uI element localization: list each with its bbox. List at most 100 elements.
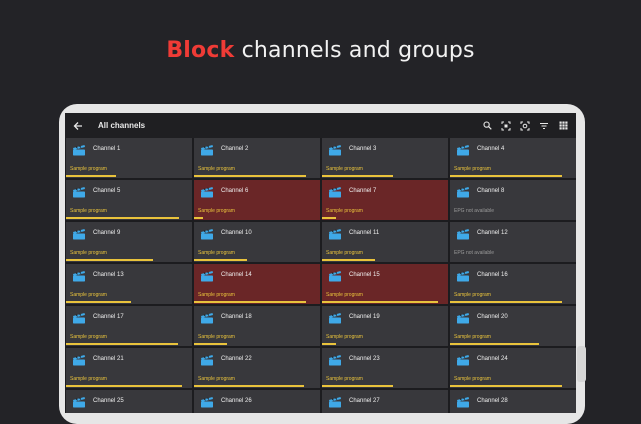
scan-button[interactable]	[499, 119, 513, 133]
progress-track	[450, 175, 568, 177]
channel-tile[interactable]: Channel 28	[450, 390, 576, 413]
channel-tile[interactable]: Channel 21 Sample program	[66, 348, 192, 388]
arrow-left-icon	[73, 121, 82, 130]
channel-tile[interactable]: Channel 16 Sample program	[450, 264, 576, 304]
channel-tile[interactable]: Channel 17 Sample program	[66, 306, 192, 346]
channel-tile[interactable]: Channel 13 Sample program	[66, 264, 192, 304]
clapperboard-icon	[329, 313, 341, 324]
channel-tile[interactable]: Channel 26	[194, 390, 320, 413]
clapperboard-icon	[329, 229, 341, 240]
channel-tile[interactable]: Channel 23 Sample program	[322, 348, 448, 388]
clapperboard-icon	[457, 271, 469, 282]
headline-accent: Block	[166, 38, 235, 63]
page-title: All channels	[98, 121, 146, 130]
channel-tile-blocked[interactable]: Channel 14 Sample program	[194, 264, 320, 304]
clapperboard-icon	[329, 271, 341, 282]
appbar-actions	[480, 113, 570, 138]
channel-tile[interactable]: Channel 5 Sample program	[66, 180, 192, 220]
channel-name: Channel 4	[477, 146, 505, 152]
progress-track	[66, 343, 184, 345]
program-title: Sample program	[198, 208, 235, 214]
clapperboard-icon	[329, 355, 341, 366]
channel-tile-blocked[interactable]: Channel 15 Sample program	[322, 264, 448, 304]
progress-track	[450, 259, 568, 261]
clapperboard-icon	[201, 313, 213, 324]
program-title: Sample program	[198, 292, 235, 298]
back-button[interactable]	[65, 113, 91, 138]
progress-bar	[194, 175, 307, 177]
channel-name: Channel 28	[477, 398, 508, 404]
channel-name: Channel 8	[477, 188, 505, 194]
channel-name: Channel 13	[93, 272, 124, 278]
progress-track	[194, 385, 312, 387]
search-button[interactable]	[480, 119, 494, 133]
channel-tile[interactable]: Channel 20 Sample program	[450, 306, 576, 346]
clapperboard-icon	[457, 313, 469, 324]
channel-name: Channel 3	[349, 146, 377, 152]
progress-bar	[66, 259, 154, 261]
progress-track	[194, 175, 312, 177]
progress-track	[322, 343, 440, 345]
clapperboard-icon	[73, 355, 85, 366]
channel-name: Channel 19	[349, 314, 380, 320]
channel-tile[interactable]: Channel 1 Sample program	[66, 138, 192, 178]
filter-button[interactable]	[537, 119, 551, 133]
screenshot-button[interactable]	[518, 119, 532, 133]
channel-tile[interactable]: Channel 3 Sample program	[322, 138, 448, 178]
grid-view-button[interactable]	[556, 119, 570, 133]
clapperboard-icon	[457, 355, 469, 366]
channel-tile[interactable]: Channel 10 Sample program	[194, 222, 320, 262]
channel-name: Channel 23	[349, 356, 380, 362]
progress-bar	[322, 217, 337, 219]
channel-tile[interactable]: Channel 22 Sample program	[194, 348, 320, 388]
progress-bar	[322, 301, 438, 303]
progress-bar	[450, 175, 563, 177]
channel-tile[interactable]: Channel 8 EPG not available	[450, 180, 576, 220]
channel-tile[interactable]: Channel 18 Sample program	[194, 306, 320, 346]
progress-track	[322, 385, 440, 387]
channel-tile[interactable]: Channel 11 Sample program	[322, 222, 448, 262]
channel-tile[interactable]: Channel 9 Sample program	[66, 222, 192, 262]
program-title: EPG not available	[454, 208, 495, 214]
clapperboard-icon	[73, 271, 85, 282]
channel-tile-blocked[interactable]: Channel 6 Sample program	[194, 180, 320, 220]
tablet-side-button	[577, 346, 586, 382]
channel-name: Channel 20	[477, 314, 508, 320]
channel-name: Channel 11	[349, 230, 380, 236]
channel-name: Channel 15	[349, 272, 380, 278]
clapperboard-icon	[73, 397, 85, 408]
app-screen: All channels Channel 1 Sample program Ch…	[65, 113, 576, 413]
channel-name: Channel 17	[93, 314, 124, 320]
clapperboard-icon	[73, 145, 85, 156]
progress-track	[66, 301, 184, 303]
channel-name: Channel 24	[477, 356, 508, 362]
clapperboard-icon	[73, 187, 85, 198]
channel-tile-blocked[interactable]: Channel 7 Sample program	[322, 180, 448, 220]
channel-tile[interactable]: Channel 25	[66, 390, 192, 413]
headline-rest: channels and groups	[234, 38, 475, 63]
progress-bar	[322, 385, 393, 387]
progress-bar	[66, 385, 182, 387]
clapperboard-icon	[201, 355, 213, 366]
channel-name: Channel 25	[93, 398, 124, 404]
progress-track	[194, 259, 312, 261]
program-title: Sample program	[326, 166, 363, 172]
channel-tile[interactable]: Channel 2 Sample program	[194, 138, 320, 178]
progress-track	[194, 343, 312, 345]
channel-name: Channel 6	[221, 188, 249, 194]
progress-bar	[322, 175, 393, 177]
channel-tile[interactable]: Channel 12 EPG not available	[450, 222, 576, 262]
clapperboard-icon	[201, 187, 213, 198]
channel-tile[interactable]: Channel 19 Sample program	[322, 306, 448, 346]
channel-tile[interactable]: Channel 24 Sample program	[450, 348, 576, 388]
channel-tile[interactable]: Channel 4 Sample program	[450, 138, 576, 178]
progress-bar	[194, 385, 304, 387]
progress-bar	[322, 343, 337, 345]
program-title: Sample program	[70, 334, 107, 340]
program-title: Sample program	[70, 250, 107, 256]
channel-name: Channel 7	[349, 188, 377, 194]
app-bar: All channels	[65, 113, 576, 138]
program-title: Sample program	[70, 292, 107, 298]
channel-tile[interactable]: Channel 27	[322, 390, 448, 413]
clapperboard-icon	[329, 145, 341, 156]
